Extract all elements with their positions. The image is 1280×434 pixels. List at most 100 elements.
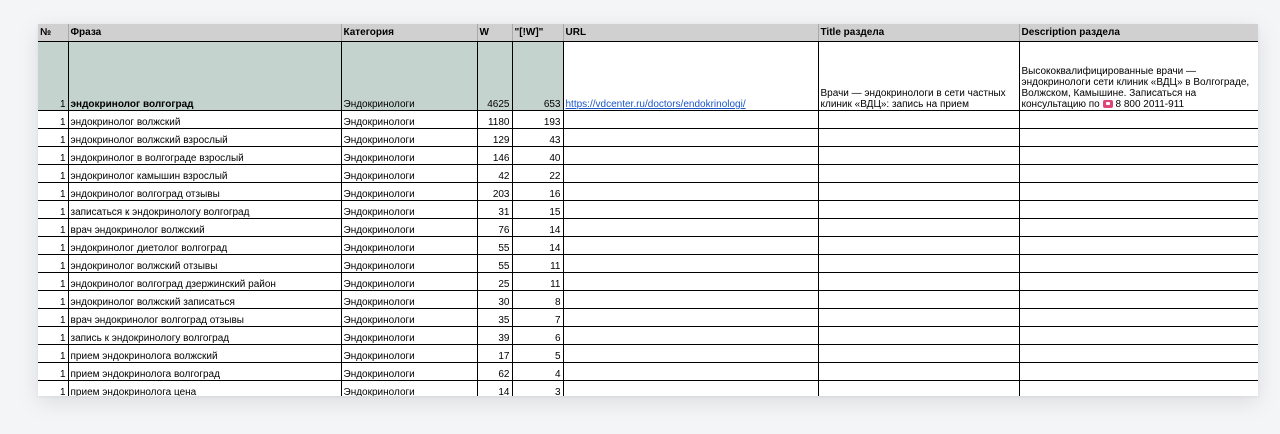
cell-w[interactable]: 39 <box>477 326 513 345</box>
cell-num[interactable]: 1 <box>38 290 69 309</box>
cell-title[interactable] <box>818 326 1020 345</box>
cell-phrase[interactable]: эндокринолог волжский <box>68 110 342 129</box>
cell-phrase[interactable]: эндокринолог волгоград отзывы <box>68 182 342 201</box>
cell-url[interactable] <box>563 146 819 165</box>
cell-w[interactable]: 14 <box>477 380 513 396</box>
cell-category[interactable]: Эндокринологи <box>341 380 478 396</box>
cell-category[interactable]: Эндокринологи <box>341 308 478 327</box>
cell-phrase[interactable]: врач эндокринолог волгоград отзывы <box>68 308 342 327</box>
cell-category[interactable]: Эндокринологи <box>341 362 478 381</box>
cell-w[interactable]: 25 <box>477 272 513 291</box>
cell-url[interactable] <box>563 362 819 381</box>
cell-num[interactable]: 1 <box>38 308 69 327</box>
cell-num[interactable]: 1 <box>38 236 69 255</box>
cell-num[interactable]: 1 <box>38 128 69 147</box>
cell-url[interactable] <box>563 344 819 363</box>
cell-description[interactable] <box>1019 218 1258 237</box>
cell-w-exact[interactable]: 11 <box>512 272 564 291</box>
cell-description[interactable] <box>1019 146 1258 165</box>
col-header-phrase[interactable]: Фраза <box>68 24 342 42</box>
cell-url[interactable] <box>563 110 819 129</box>
cell-description[interactable] <box>1019 200 1258 219</box>
cell-w-exact[interactable]: 14 <box>512 236 564 255</box>
cell-title[interactable] <box>818 290 1020 309</box>
cell-url[interactable] <box>563 290 819 309</box>
cell-phrase[interactable]: прием эндокринолога волгоград <box>68 362 342 381</box>
cell-phrase[interactable]: прием эндокринолога цена <box>68 380 342 396</box>
cell-description[interactable] <box>1019 380 1258 396</box>
cell-num[interactable]: 1 <box>38 272 69 291</box>
cell-description[interactable] <box>1019 362 1258 381</box>
cell-description[interactable] <box>1019 326 1258 345</box>
cell-w-exact[interactable]: 14 <box>512 218 564 237</box>
cell-phrase[interactable]: прием эндокринолога волжский <box>68 344 342 363</box>
cell-url[interactable] <box>563 326 819 345</box>
cell-title[interactable] <box>818 236 1020 255</box>
cell-w[interactable]: 31 <box>477 200 513 219</box>
col-header-title[interactable]: Title раздела <box>818 24 1020 42</box>
cell-category[interactable]: Эндокринологи <box>341 164 478 183</box>
cell-w-exact[interactable]: 6 <box>512 326 564 345</box>
cell-phrase[interactable]: эндокринолог диетолог волгоград <box>68 236 342 255</box>
cell-w[interactable]: 30 <box>477 290 513 309</box>
cell-w[interactable]: 55 <box>477 254 513 273</box>
cell-num[interactable]: 1 <box>38 41 69 111</box>
cell-description[interactable] <box>1019 272 1258 291</box>
cell-url[interactable] <box>563 272 819 291</box>
col-header-w-exact[interactable]: "[!W]" <box>512 24 564 42</box>
cell-category[interactable]: Эндокринологи <box>341 182 478 201</box>
col-header-category[interactable]: Категория <box>341 24 478 42</box>
cell-num[interactable]: 1 <box>38 200 69 219</box>
cell-w-exact[interactable]: 193 <box>512 110 564 129</box>
cell-category[interactable]: Эндокринологи <box>341 236 478 255</box>
cell-phrase[interactable]: записаться к эндокринологу волгоград <box>68 200 342 219</box>
cell-num[interactable]: 1 <box>38 110 69 129</box>
cell-title[interactable]: Врачи — эндокринологи в сети частных кли… <box>818 41 1020 111</box>
cell-w[interactable]: 35 <box>477 308 513 327</box>
cell-title[interactable] <box>818 182 1020 201</box>
cell-description[interactable] <box>1019 290 1258 309</box>
col-header-w[interactable]: W <box>477 24 513 42</box>
cell-w-exact[interactable]: 22 <box>512 164 564 183</box>
cell-url[interactable] <box>563 254 819 273</box>
cell-title[interactable] <box>818 110 1020 129</box>
cell-w-exact[interactable]: 16 <box>512 182 564 201</box>
cell-w-exact[interactable]: 4 <box>512 362 564 381</box>
cell-phrase[interactable]: эндокринолог в волгограде взрослый <box>68 146 342 165</box>
cell-num[interactable]: 1 <box>38 362 69 381</box>
cell-num[interactable]: 1 <box>38 254 69 273</box>
cell-url[interactable] <box>563 218 819 237</box>
cell-title[interactable] <box>818 200 1020 219</box>
cell-w-exact[interactable]: 3 <box>512 380 564 396</box>
cell-title[interactable] <box>818 308 1020 327</box>
cell-description[interactable] <box>1019 128 1258 147</box>
cell-url[interactable] <box>563 308 819 327</box>
cell-url[interactable] <box>563 182 819 201</box>
cell-num[interactable]: 1 <box>38 164 69 183</box>
cell-title[interactable] <box>818 380 1020 396</box>
cell-description[interactable] <box>1019 308 1258 327</box>
cell-w[interactable]: 1180 <box>477 110 513 129</box>
cell-w[interactable]: 76 <box>477 218 513 237</box>
cell-title[interactable] <box>818 128 1020 147</box>
cell-url[interactable] <box>563 236 819 255</box>
cell-w[interactable]: 4625 <box>477 41 513 111</box>
cell-num[interactable]: 1 <box>38 380 69 396</box>
cell-description[interactable] <box>1019 254 1258 273</box>
cell-url[interactable] <box>563 200 819 219</box>
cell-title[interactable] <box>818 272 1020 291</box>
cell-w-exact[interactable]: 43 <box>512 128 564 147</box>
cell-title[interactable] <box>818 146 1020 165</box>
cell-w[interactable]: 17 <box>477 344 513 363</box>
cell-w-exact[interactable]: 7 <box>512 308 564 327</box>
cell-category[interactable]: Эндокринологи <box>341 110 478 129</box>
cell-w[interactable]: 55 <box>477 236 513 255</box>
cell-phrase[interactable]: эндокринолог волжский отзывы <box>68 254 342 273</box>
cell-w-exact[interactable]: 11 <box>512 254 564 273</box>
cell-category[interactable]: Эндокринологи <box>341 200 478 219</box>
cell-url[interactable] <box>563 164 819 183</box>
cell-title[interactable] <box>818 254 1020 273</box>
cell-w[interactable]: 42 <box>477 164 513 183</box>
cell-url[interactable] <box>563 380 819 396</box>
cell-title[interactable] <box>818 362 1020 381</box>
